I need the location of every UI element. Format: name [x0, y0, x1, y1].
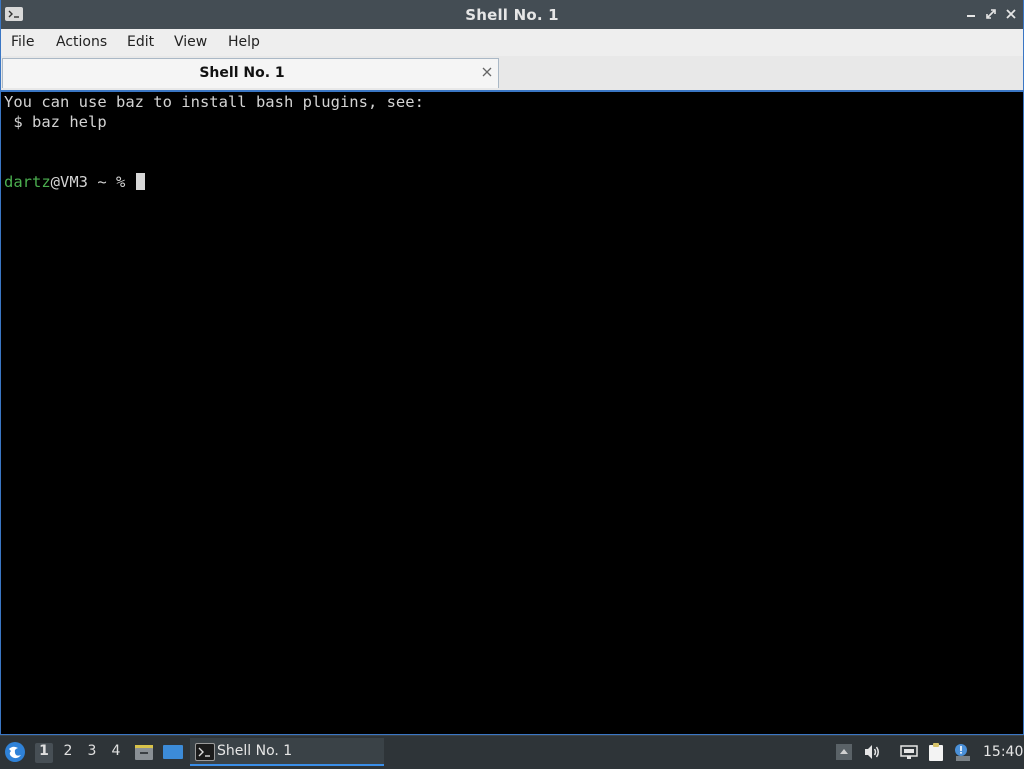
show-desktop-icon[interactable]	[162, 741, 184, 763]
tab-shell-1[interactable]: Shell No. 1	[2, 58, 499, 88]
maximize-button[interactable]	[982, 5, 1000, 23]
text-cursor	[135, 173, 145, 190]
minimize-button[interactable]	[962, 5, 980, 23]
volume-icon[interactable]	[862, 742, 882, 762]
close-window-button[interactable]	[1002, 5, 1020, 23]
tray-expand-icon[interactable]	[834, 742, 854, 762]
clock[interactable]: 15:40	[983, 744, 1023, 760]
window-titlebar[interactable]: Shell No. 1	[1, 0, 1023, 29]
workspace-4[interactable]: 4	[107, 743, 125, 763]
terminal-task-icon	[195, 743, 215, 761]
restore-icon	[986, 9, 996, 19]
close-icon	[1006, 9, 1016, 19]
clipboard-icon[interactable]	[926, 742, 946, 762]
tab-label: Shell No. 1	[199, 65, 285, 81]
workspace-2[interactable]: 2	[59, 743, 77, 763]
task-label: Shell No. 1	[217, 743, 293, 759]
menu-help[interactable]: Help	[228, 34, 260, 50]
menu-file[interactable]: File	[11, 34, 34, 50]
menu-view[interactable]: View	[174, 34, 207, 50]
tab-bar: Shell No. 1	[1, 56, 1023, 92]
menu-bar: File Actions Edit View Help	[1, 29, 1023, 56]
menu-edit[interactable]: Edit	[127, 34, 154, 50]
terminal-window: Shell No. 1 File Actions Edit View Help …	[0, 0, 1024, 735]
workspace-3[interactable]: 3	[83, 743, 101, 763]
tab-close-icon[interactable]	[481, 66, 493, 78]
taskbar: 1 2 3 4 Shell No. 1 15:40	[0, 735, 1024, 769]
notification-icon[interactable]	[951, 742, 971, 762]
terminal-output[interactable]: You can use baz to install bash plugins,…	[1, 92, 1023, 734]
minimize-icon	[967, 15, 975, 17]
taskbar-task-shell[interactable]: Shell No. 1	[190, 738, 384, 766]
terminal-line: You can use baz to install bash plugins,…	[4, 93, 424, 111]
menu-actions[interactable]: Actions	[56, 34, 107, 50]
prompt-username: dartz	[4, 173, 51, 191]
terminal-line: $ baz help	[4, 113, 107, 131]
prompt-host-path: @VM3 ~ %	[50, 173, 135, 191]
file-manager-icon[interactable]	[133, 741, 155, 763]
window-title: Shell No. 1	[465, 6, 559, 24]
network-icon[interactable]	[899, 742, 919, 762]
start-menu-icon[interactable]	[4, 741, 26, 763]
workspace-1[interactable]: 1	[35, 743, 53, 763]
terminal-prompt: dartz@VM3 ~ %	[4, 172, 145, 192]
